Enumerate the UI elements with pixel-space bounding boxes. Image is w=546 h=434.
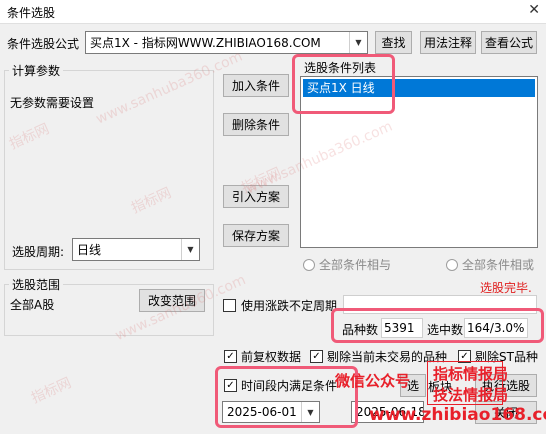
- status-text: 选股完毕.: [480, 281, 532, 295]
- range-group-title: 选股范围: [9, 276, 64, 293]
- logic-or-option[interactable]: 全部条件相或: [446, 256, 534, 273]
- overlay-wechat: 微信公众号: [335, 372, 411, 390]
- formula-select[interactable]: 买点1X - 指标网WWW.ZHIBIAO168.COM ▼: [85, 31, 368, 54]
- overlay-url: www.zhibiao168.com: [369, 405, 546, 425]
- add-condition-button[interactable]: 加入条件: [223, 74, 289, 97]
- adjusted-data-label: 前复权数据: [241, 350, 302, 364]
- adjusted-data-option[interactable]: ✓ 前复权数据: [224, 348, 301, 365]
- window-title: 条件选股: [7, 6, 56, 20]
- params-group-title: 计算参数: [9, 62, 64, 79]
- close-icon[interactable]: ✕: [528, 2, 540, 18]
- chevron-down-icon[interactable]: ▼: [349, 32, 367, 53]
- usage-notes-button[interactable]: 用法注释: [420, 31, 476, 54]
- chevron-down-icon[interactable]: ▼: [181, 239, 199, 260]
- logic-or-label: 全部条件相或: [462, 258, 535, 272]
- view-formula-button[interactable]: 查看公式: [481, 31, 537, 54]
- watermark-site: 指标网: [28, 375, 74, 407]
- radio-icon[interactable]: [303, 258, 315, 271]
- checkmark-icon[interactable]: ✓: [310, 350, 323, 363]
- overlay-brand-bottom: 技法情报局: [433, 386, 509, 404]
- formula-select-value: 买点1X - 指标网WWW.ZHIBIAO168.COM: [90, 36, 321, 50]
- range-value: 全部A股: [10, 298, 55, 312]
- checkbox-icon[interactable]: [223, 299, 236, 312]
- indefinite-period-label: 使用涨跌不定周期: [241, 299, 338, 313]
- logic-and-option[interactable]: 全部条件相与: [303, 256, 391, 273]
- delete-condition-button[interactable]: 删除条件: [223, 113, 289, 136]
- period-label: 选股周期:: [12, 245, 65, 259]
- save-plan-button[interactable]: 保存方案: [223, 224, 289, 247]
- overlay-brand-top: 指标情报局: [433, 365, 509, 383]
- formula-label: 条件选股公式: [7, 37, 80, 51]
- highlight-box-stats: [331, 308, 544, 343]
- title-bar: 条件选股 ✕: [0, 0, 546, 24]
- indefinite-period-option[interactable]: 使用涨跌不定周期: [223, 297, 337, 314]
- logic-and-label: 全部条件相与: [319, 258, 392, 272]
- highlight-box-condition-list: [292, 54, 395, 114]
- radio-icon[interactable]: [446, 258, 458, 271]
- period-select-value: 日线: [77, 243, 102, 257]
- period-select[interactable]: 日线 ▼: [72, 238, 200, 261]
- no-params-text: 无参数需要设置: [10, 96, 95, 110]
- checkmark-icon[interactable]: ✓: [224, 350, 237, 363]
- find-button[interactable]: 查找: [375, 31, 412, 54]
